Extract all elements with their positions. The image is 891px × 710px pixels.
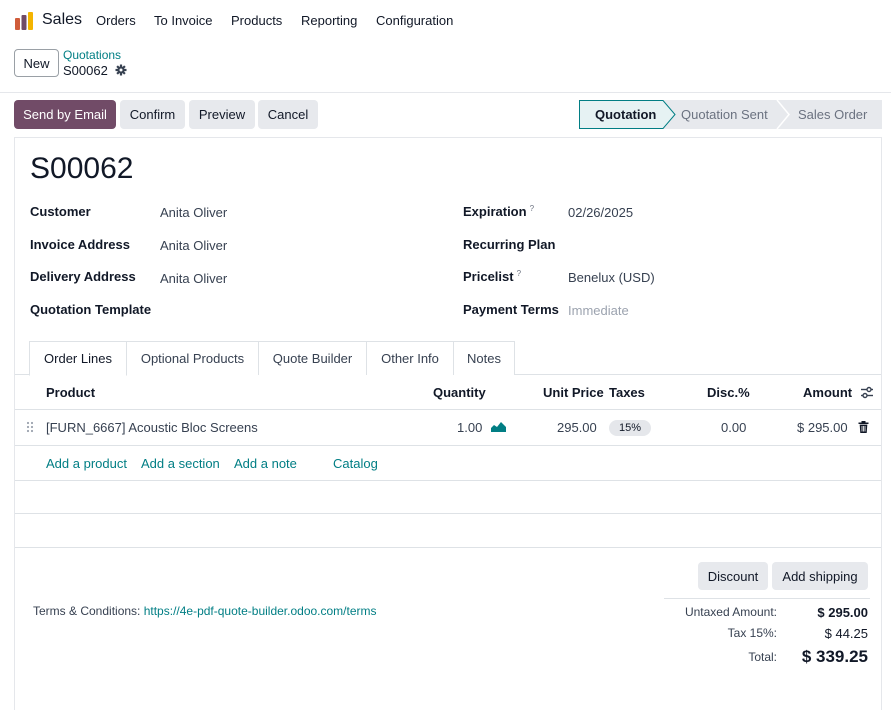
customer-field[interactable]: Anita Oliver <box>160 205 227 220</box>
row-amount: $ 295.00 <box>797 420 848 435</box>
nav-configuration[interactable]: Configuration <box>376 13 453 28</box>
recurring-plan-label: Recurring Plan <box>463 237 556 252</box>
pricelist-field[interactable]: Benelux (USD) <box>568 270 655 285</box>
totals-divider <box>664 598 870 599</box>
status-sales-order[interactable]: Sales Order <box>798 100 867 129</box>
invoice-address-label: Invoice Address <box>30 237 130 252</box>
add-note-link[interactable]: Add a note <box>234 456 297 471</box>
table-header-divider <box>15 409 881 410</box>
delivery-address-label: Delivery Address <box>30 269 136 284</box>
column-settings-icon[interactable] <box>860 386 874 399</box>
terms-and-conditions: Terms & Conditions: https://4e-pdf-quote… <box>33 604 377 618</box>
terms-link[interactable]: https://4e-pdf-quote-builder.odoo.com/te… <box>144 604 377 618</box>
pricelist-label: Pricelist? <box>463 269 521 284</box>
form-sheet: S00062 Customer Anita Oliver Invoice Add… <box>14 137 882 710</box>
expiration-label-text: Expiration <box>463 204 527 219</box>
discount-button[interactable]: Discount <box>698 562 768 590</box>
tab-notes[interactable]: Notes <box>453 341 515 375</box>
forecast-chart-icon[interactable] <box>491 421 506 432</box>
table-empty-row-line-2 <box>15 513 881 514</box>
catalog-link[interactable]: Catalog <box>333 456 378 471</box>
row-unit-price[interactable]: 295.00 <box>557 420 597 435</box>
table-empty-row-line-1 <box>15 480 881 481</box>
col-product[interactable]: Product <box>46 385 95 400</box>
expiration-help-icon[interactable]: ? <box>530 204 534 213</box>
expiration-label: Expiration? <box>463 204 534 219</box>
payment-terms-label: Payment Terms <box>463 302 559 317</box>
tax-badge[interactable]: 15% <box>609 420 651 436</box>
row-discount[interactable]: 0.00 <box>721 420 746 435</box>
table-row-divider <box>15 445 881 446</box>
invoice-address-field[interactable]: Anita Oliver <box>160 238 227 253</box>
pricelist-help-icon[interactable]: ? <box>517 269 521 278</box>
col-unit-price[interactable]: Unit Price <box>543 385 604 400</box>
col-amount[interactable]: Amount <box>803 385 852 400</box>
status-quotation-sent[interactable]: Quotation Sent <box>681 100 768 129</box>
new-button[interactable]: New <box>14 49 59 77</box>
tab-order-lines[interactable]: Order Lines <box>29 341 127 376</box>
page-title: S00062 <box>30 152 134 185</box>
nav-orders[interactable]: Orders <box>96 13 136 28</box>
row-quantity[interactable]: 1.00 <box>457 420 482 435</box>
app-name[interactable]: Sales <box>42 11 82 29</box>
pricelist-label-text: Pricelist <box>463 269 514 284</box>
confirm-button[interactable]: Confirm <box>120 100 185 129</box>
nav-reporting[interactable]: Reporting <box>301 13 357 28</box>
breadcrumb-quotations[interactable]: Quotations <box>63 48 121 62</box>
delivery-address-field[interactable]: Anita Oliver <box>160 271 227 286</box>
cancel-button[interactable]: Cancel <box>258 100 318 129</box>
tax-value: $ 44.25 <box>824 626 868 641</box>
add-section-link[interactable]: Add a section <box>141 456 220 471</box>
total-label: Total: <box>748 650 777 664</box>
breadcrumb-current-record: S00062 <box>63 63 108 78</box>
terms-label: Terms & Conditions: <box>33 604 141 618</box>
untaxed-amount-value: $ 295.00 <box>817 605 868 620</box>
expiration-field[interactable]: 02/26/2025 <box>568 205 633 220</box>
col-discount[interactable]: Disc.% <box>707 385 750 400</box>
table-bottom-line <box>15 547 881 548</box>
col-taxes[interactable]: Taxes <box>609 385 645 400</box>
quotation-template-label: Quotation Template <box>30 302 152 317</box>
untaxed-amount-label: Untaxed Amount: <box>684 605 777 619</box>
tax-label: Tax 15%: <box>727 626 777 640</box>
drag-handle-icon[interactable] <box>26 421 34 433</box>
top-navbar: Sales Orders To Invoice Products Reporti… <box>0 0 891 42</box>
payment-terms-field[interactable]: Immediate <box>568 303 629 318</box>
nav-products[interactable]: Products <box>231 13 282 28</box>
trash-icon[interactable] <box>858 421 869 433</box>
nav-to-invoice[interactable]: To Invoice <box>154 13 213 28</box>
total-value: $ 339.25 <box>801 647 868 666</box>
col-quantity[interactable]: Quantity <box>433 385 486 400</box>
gear-icon[interactable] <box>115 64 127 76</box>
preview-button[interactable]: Preview <box>189 100 255 129</box>
tab-quote-builder[interactable]: Quote Builder <box>258 341 367 375</box>
sales-app-icon[interactable] <box>14 11 34 31</box>
header-divider <box>0 92 891 93</box>
tab-other-info[interactable]: Other Info <box>366 341 454 375</box>
send-by-email-button[interactable]: Send by Email <box>14 100 116 129</box>
row-product[interactable]: [FURN_6667] Acoustic Bloc Screens <box>46 420 258 435</box>
status-quotation[interactable]: Quotation <box>595 100 656 129</box>
add-shipping-button[interactable]: Add shipping <box>772 562 868 590</box>
status-bar: Quotation Quotation Sent Sales Order <box>579 100 882 129</box>
notebook-tabs: Order Lines Optional Products Quote Buil… <box>15 341 881 376</box>
customer-label: Customer <box>30 204 91 219</box>
add-product-link[interactable]: Add a product <box>46 456 127 471</box>
tab-optional-products[interactable]: Optional Products <box>126 341 259 375</box>
